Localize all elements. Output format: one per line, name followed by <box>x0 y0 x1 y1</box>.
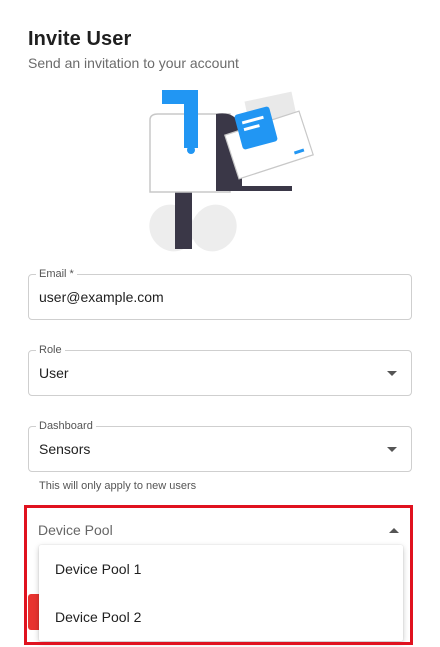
chevron-down-icon[interactable] <box>387 447 397 452</box>
chevron-down-icon[interactable] <box>387 371 397 376</box>
dashboard-value: Sensors <box>39 441 91 457</box>
email-input[interactable]: user@example.com <box>39 289 164 305</box>
role-value: User <box>39 365 69 381</box>
page-subtitle: Send an invitation to your account <box>28 55 239 71</box>
dashboard-helper-text: This will only apply to new users <box>39 480 197 492</box>
dashboard-label: Dashboard <box>36 419 96 433</box>
dashboard-select[interactable]: Dashboard Sensors <box>28 419 412 472</box>
role-label: Role <box>36 343 65 357</box>
email-field[interactable]: Email * user@example.com <box>28 267 412 320</box>
mailbox-illustration <box>149 90 314 252</box>
highlight-box <box>24 505 413 645</box>
email-label: Email * <box>36 267 77 281</box>
page-title: Invite User <box>28 28 132 50</box>
role-select[interactable]: Role User <box>28 343 412 396</box>
